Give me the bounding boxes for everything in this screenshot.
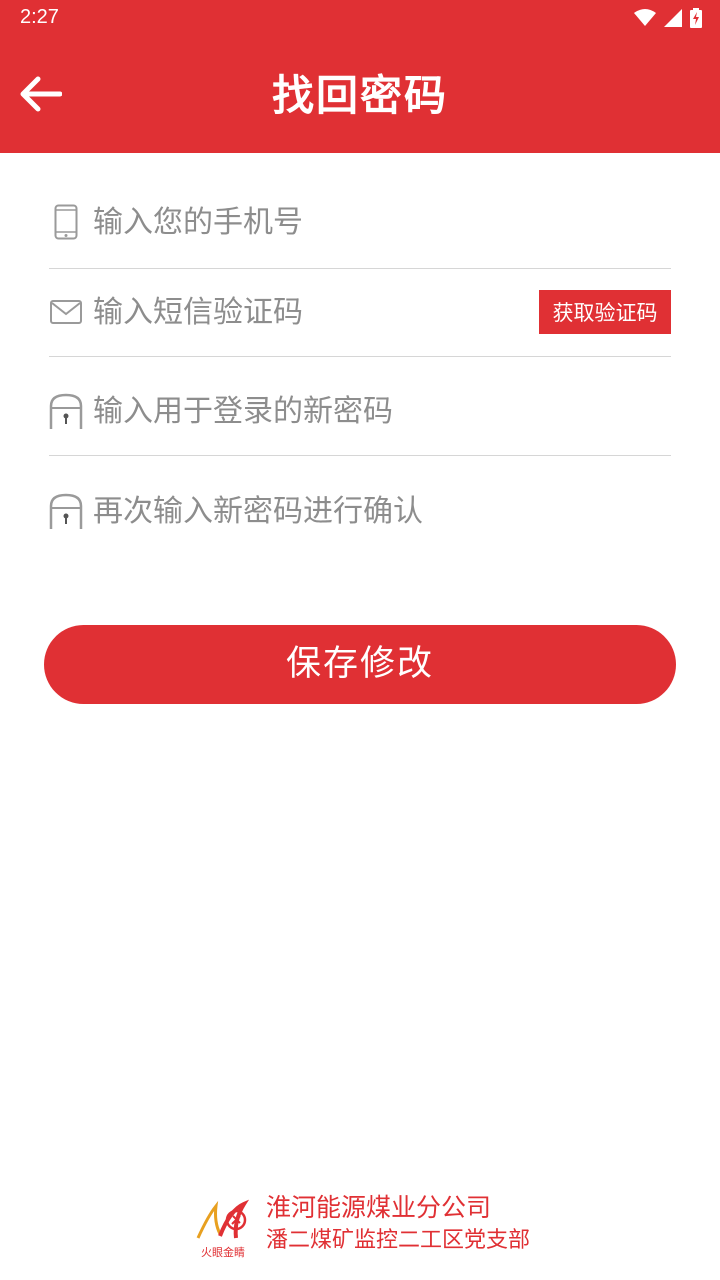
battery-charging-icon [690,8,702,28]
footer-company: 淮河能源煤业分公司 [266,1193,492,1222]
phone-input[interactable] [93,178,533,266]
footer: 火眼金睛 淮河能源煤业分公司 潘二煤矿监控二工区党支部 [190,1188,550,1260]
confirm-password-field [49,467,671,555]
divider [49,455,671,456]
envelope-icon [49,292,83,332]
divider [49,356,671,357]
phone-field [49,178,671,266]
wifi-icon [634,9,656,26]
sms-code-input[interactable] [93,268,533,356]
app-bar: 2:27 找回密码 [0,0,720,153]
status-icons [634,7,702,29]
lock-icon [49,491,83,531]
confirm-password-input[interactable] [93,467,533,555]
lock-icon [49,391,83,431]
get-code-button[interactable]: 获取验证码 [539,290,671,334]
status-bar: 2:27 [0,0,720,38]
new-password-field [49,367,671,455]
org-logo: 火眼金睛 [190,1194,256,1260]
new-password-input[interactable] [93,367,533,455]
status-time: 2:27 [20,6,59,28]
svg-text:火眼金睛: 火眼金睛 [201,1245,245,1259]
page-title: 找回密码 [271,71,448,120]
phone-icon [49,202,83,242]
footer-branch: 潘二煤矿监控二工区党支部 [266,1228,531,1253]
signal-icon [664,9,682,27]
sms-code-field: 获取验证码 [49,268,671,356]
save-button[interactable]: 保存修改 [44,625,676,704]
